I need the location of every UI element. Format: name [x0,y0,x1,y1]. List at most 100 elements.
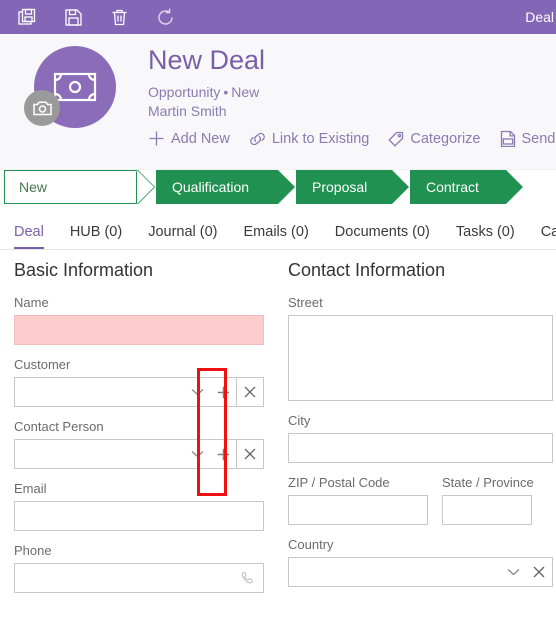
tab-hub[interactable]: HUB (0) [70,224,122,249]
stage-progress-bar: New Qualification Proposal Contract [0,170,556,204]
phone-input-wrap[interactable] [14,563,264,593]
email-input[interactable] [15,502,263,530]
camera-icon[interactable] [24,90,60,126]
tab-emails[interactable]: Emails (0) [244,224,309,249]
zip-input-wrap[interactable] [288,495,428,525]
email-input-wrap[interactable] [14,501,264,531]
form-body: Basic Information Name Customer Contact … [0,250,556,605]
name-label: Name [14,295,49,310]
tab-calendar[interactable]: Calen [541,224,556,249]
city-field-group: City [288,413,556,463]
record-type: Opportunity [148,84,221,100]
delete-icon[interactable] [106,4,132,30]
country-clear-button[interactable] [526,557,553,587]
email-field-group: Email [14,481,280,531]
state-input-wrap[interactable] [442,495,532,525]
record-header: New Deal Opportunity • New Martin Smith Ad… [0,34,556,170]
save-icon[interactable] [60,4,86,30]
country-input[interactable] [289,558,526,586]
categorize-action[interactable]: Categorize [388,130,481,147]
record-subtitle: Opportunity • New [148,83,556,102]
state-input[interactable] [443,496,531,524]
zip-label: ZIP / Postal Code [288,475,390,490]
page-title: New Deal [148,45,266,75]
country-label: Country [288,537,334,552]
country-field-group: Country [288,537,556,587]
contact-person-clear-button[interactable] [237,439,264,469]
contact-person-label: Contact Person [14,419,104,434]
tab-tasks[interactable]: Tasks (0) [456,224,515,249]
basic-information-title: Basic Information [14,260,154,280]
stage-contract[interactable]: Contract [410,170,523,204]
avatar [24,46,116,138]
tab-bar: Deal HUB (0) Journal (0) Emails (0) Docu… [0,204,556,250]
stage-proposal-label: Proposal [312,179,368,195]
zip-state-row: ZIP / Postal Code State / Province [288,475,556,525]
street-field-group: Street [288,295,556,401]
customer-label: Customer [14,357,71,372]
stage-new[interactable]: New [4,170,138,204]
contact-person-add-button[interactable] [210,439,237,469]
refresh-icon[interactable] [152,4,178,30]
record-owner: Martin Smith [148,103,227,119]
phone-label: Phone [14,543,52,558]
top-toolbar: Deal [0,0,556,34]
country-lookup [288,557,553,587]
city-label: City [288,413,311,428]
subtitle-separator: • [223,84,229,100]
link-to-existing-action[interactable]: Link to Existing [249,131,369,147]
link-icon [249,132,265,145]
tab-deal[interactable]: Deal [14,224,44,249]
pdf-icon [500,130,515,147]
add-new-action[interactable]: Add New [148,130,230,147]
street-input-wrap[interactable] [288,315,553,401]
toolbar-title: Deal [525,9,554,25]
email-label: Email [14,481,47,496]
name-input[interactable] [15,316,263,344]
customer-lookup [14,377,264,407]
customer-input[interactable] [15,378,210,406]
tab-documents[interactable]: Documents (0) [335,224,430,249]
save-as-icon[interactable] [14,4,40,30]
banknote-icon [53,72,97,102]
record-status: New [231,84,260,100]
send-label: Send [521,130,556,147]
customer-input-wrap[interactable] [14,377,210,407]
city-input-wrap[interactable] [288,433,553,463]
street-label: Street [288,295,323,310]
chevron-down-icon[interactable] [191,378,204,406]
street-input[interactable] [289,316,552,400]
tab-journal[interactable]: Journal (0) [148,224,217,249]
customer-clear-button[interactable] [237,377,264,407]
zip-input[interactable] [289,496,427,524]
state-field-group: State / Province [442,475,534,525]
stage-qualification[interactable]: Qualification [156,170,295,204]
name-input-wrap[interactable] [14,315,264,345]
chevron-down-icon[interactable] [507,558,520,586]
city-input[interactable] [289,434,552,462]
header-actions: Add New Link to Existing Categorize Send [148,130,556,147]
chevron-down-icon[interactable] [191,440,204,468]
plus-icon [149,131,164,146]
phone-field-group: Phone [14,543,280,593]
customer-add-button[interactable] [210,377,237,407]
add-new-label: Add New [171,130,230,147]
stage-contract-label: Contract [426,179,479,195]
contact-information-section: Contact Information Street City ZIP / Po… [280,260,556,605]
stage-new-label: New [19,179,48,195]
country-input-wrap[interactable] [288,557,526,587]
tag-icon [388,131,404,147]
zip-field-group: ZIP / Postal Code [288,475,428,525]
send-action[interactable]: Send [500,130,556,147]
contact-person-input[interactable] [15,440,210,468]
phone-input[interactable] [15,564,263,592]
categorize-label: Categorize [410,130,481,147]
customer-field-group: Customer [14,357,280,407]
contact-person-lookup [14,439,264,469]
contact-person-input-wrap[interactable] [14,439,210,469]
basic-information-section: Basic Information Name Customer Contact … [0,260,280,605]
contact-information-title: Contact Information [288,260,446,280]
state-label: State / Province [442,475,534,490]
stage-proposal[interactable]: Proposal [296,170,409,204]
contact-person-field-group: Contact Person [14,419,280,469]
